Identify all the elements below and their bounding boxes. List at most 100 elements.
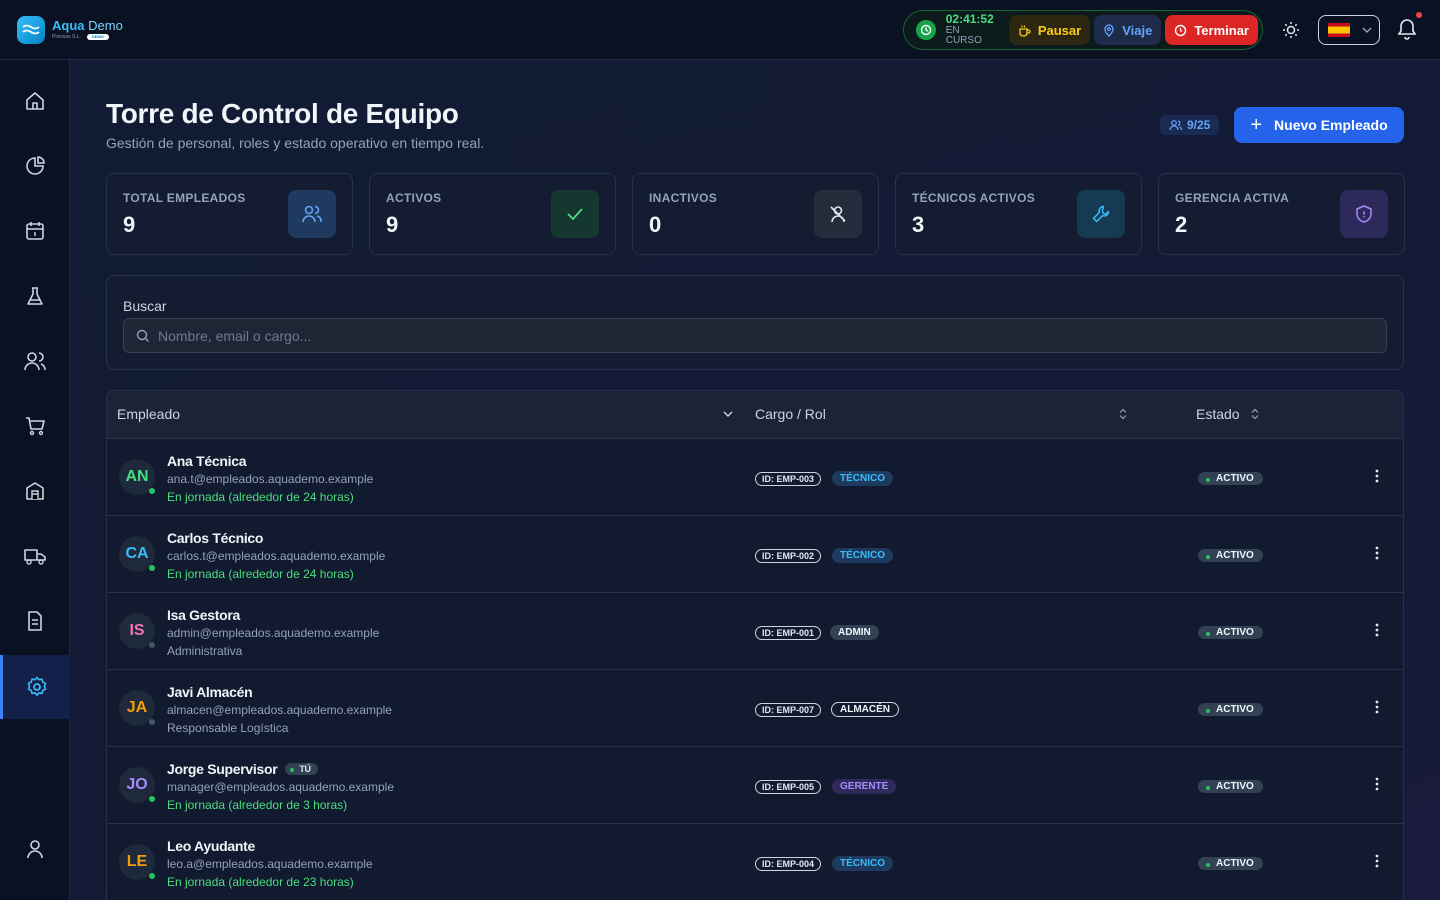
sidebar-item-lab[interactable]: [0, 264, 70, 328]
avatar: JA: [119, 690, 155, 726]
more-options-icon[interactable]: [1375, 854, 1379, 868]
avatar: AN: [119, 459, 155, 495]
notification-dot: [1416, 12, 1422, 18]
stat-label: ACTIVOS: [386, 191, 442, 205]
more-options-icon[interactable]: [1375, 700, 1379, 714]
brand-subtitle: Piscinas S.L.: [52, 33, 81, 40]
more-options-icon[interactable]: [1375, 623, 1379, 637]
state-badge: ACTIVO: [1198, 626, 1263, 639]
employee-email: admin@empleados.aquademo.example: [167, 626, 380, 640]
employee-status: En jornada (alrededor de 23 horas): [167, 875, 354, 889]
employee-id-badge: ID: EMP-007: [755, 703, 822, 717]
table-row[interactable]: JO Jorge Supervisor TÚ manager@empleados.…: [107, 747, 1403, 824]
user-off-icon: [814, 190, 862, 238]
employee-email: manager@empleados.aquademo.example: [167, 780, 394, 794]
column-header-label: Estado: [1196, 406, 1240, 422]
pause-button[interactable]: Pausar: [1008, 15, 1091, 45]
employee-capacity-badge: 9/25: [1160, 115, 1220, 135]
employee-id-badge: ID: EMP-005: [755, 780, 822, 794]
employee-id-badge: ID: EMP-001: [755, 626, 822, 640]
avatar-initials: AN: [125, 468, 149, 485]
table-row[interactable]: JA Javi Almacén almacen@empleados.aquade…: [107, 670, 1403, 747]
employee-status: En jornada (alrededor de 24 horas): [167, 490, 354, 504]
end-shift-button[interactable]: Terminar: [1165, 15, 1258, 45]
sidebar-item-reports[interactable]: [0, 134, 70, 198]
sidebar-item-buildings[interactable]: [0, 459, 70, 523]
users-icon: [24, 352, 46, 371]
shift-control: 02:41:52 EN CURSO Pausar Viaje Terminar: [903, 10, 1263, 50]
employee-name-text: Jorge Supervisor: [167, 761, 278, 777]
stat-active-management: GERENCIA ACTIVA 2: [1158, 173, 1405, 255]
stat-label: INACTIVOS: [649, 191, 718, 205]
trip-label: Viaje: [1122, 22, 1153, 38]
online-dot: [149, 565, 155, 571]
column-header-employee[interactable]: Empleado: [117, 406, 180, 422]
pause-label: Pausar: [1037, 22, 1082, 38]
sidebar-item-calendar[interactable]: [0, 199, 70, 263]
online-dot: [149, 796, 155, 802]
state-badge: ACTIVO: [1198, 703, 1263, 716]
sidebar-item-settings[interactable]: [0, 655, 70, 719]
home-icon: [26, 92, 44, 110]
role-badge: TÉCNICO: [832, 856, 893, 871]
employee-name: Javi Almacén: [167, 684, 253, 700]
check-icon: [551, 190, 599, 238]
table-row[interactable]: CA Carlos Técnico carlos.t@empleados.aqu…: [107, 516, 1403, 593]
employee-name: Isa Gestora: [167, 607, 240, 623]
notifications-bell-icon[interactable]: [1397, 12, 1422, 45]
stop-clock-icon: [1175, 24, 1187, 36]
state-badge: ACTIVO: [1198, 780, 1263, 793]
table-row[interactable]: LE Leo Ayudante leo.a@empleados.aquademo…: [107, 824, 1403, 900]
stat-active-technicians: TÉCNICOS ACTIVOS 3: [895, 173, 1142, 255]
chevron-down-icon[interactable]: [723, 411, 733, 418]
language-selector[interactable]: [1318, 15, 1380, 45]
truck-icon: [24, 549, 46, 565]
main-content: Torre de Control de Equipo Gestión de pe…: [70, 60, 1440, 900]
employee-name: Leo Ayudante: [167, 838, 255, 854]
more-options-icon[interactable]: [1375, 777, 1379, 791]
sidebar-item-fleet[interactable]: [0, 524, 70, 588]
new-employee-button[interactable]: + Nuevo Empleado: [1234, 107, 1404, 143]
employee-email: almacen@empleados.aquademo.example: [167, 703, 392, 717]
users-icon: [288, 190, 336, 238]
more-options-icon[interactable]: [1375, 469, 1379, 483]
settings-icon: [27, 676, 46, 696]
brand-name-suffix: Demo: [88, 18, 123, 33]
sidebar-item-shop[interactable]: [0, 394, 70, 458]
stat-total-employees: TOTAL EMPLEADOS 9: [106, 173, 353, 255]
column-header-role[interactable]: Cargo / Rol: [755, 406, 826, 422]
brand-name: Aqua: [52, 18, 85, 33]
employee-id-badge: ID: EMP-003: [755, 472, 822, 486]
table-row[interactable]: AN Ana Técnica ana.t@empleados.aquademo.…: [107, 439, 1403, 516]
sort-icon[interactable]: [1119, 408, 1127, 420]
online-dot: [149, 873, 155, 879]
sidebar-item-documents[interactable]: [0, 589, 70, 653]
avatar: CA: [119, 536, 155, 572]
wrench-icon: [1077, 190, 1125, 238]
theme-toggle-sun-icon[interactable]: [1281, 20, 1301, 45]
brand[interactable]: Aqua Demo Piscinas S.L. DEMO: [17, 15, 123, 44]
search-field[interactable]: [123, 318, 1387, 353]
employee-name: Jorge Supervisor TÚ: [167, 761, 318, 777]
role-badge: ALMACÉN: [831, 702, 899, 717]
sidebar-item-clients[interactable]: [0, 329, 70, 393]
employee-position: Responsable Logística: [167, 721, 289, 735]
avatar-initials: JA: [126, 699, 148, 716]
search-input[interactable]: [158, 327, 1358, 344]
offline-dot: [149, 719, 155, 725]
employee-id-badge: ID: EMP-004: [755, 857, 822, 871]
sidebar-item-profile[interactable]: [0, 817, 70, 881]
search-icon: [136, 329, 149, 342]
more-options-icon[interactable]: [1375, 546, 1379, 560]
employee-email: ana.t@empleados.aquademo.example: [167, 472, 374, 486]
column-header-state[interactable]: Estado: [1196, 406, 1259, 422]
trip-button[interactable]: Viaje: [1094, 15, 1162, 45]
sidebar-item-home[interactable]: [0, 69, 70, 133]
role-badge: GERENTE: [832, 779, 897, 794]
document-icon: [28, 611, 42, 631]
search-label: Buscar: [123, 298, 167, 314]
table-header: Empleado Cargo / Rol Estado: [107, 391, 1403, 439]
stat-value: 3: [912, 212, 925, 237]
table-row[interactable]: IS Isa Gestora admin@empleados.aquademo.…: [107, 593, 1403, 670]
offline-dot: [149, 642, 155, 648]
